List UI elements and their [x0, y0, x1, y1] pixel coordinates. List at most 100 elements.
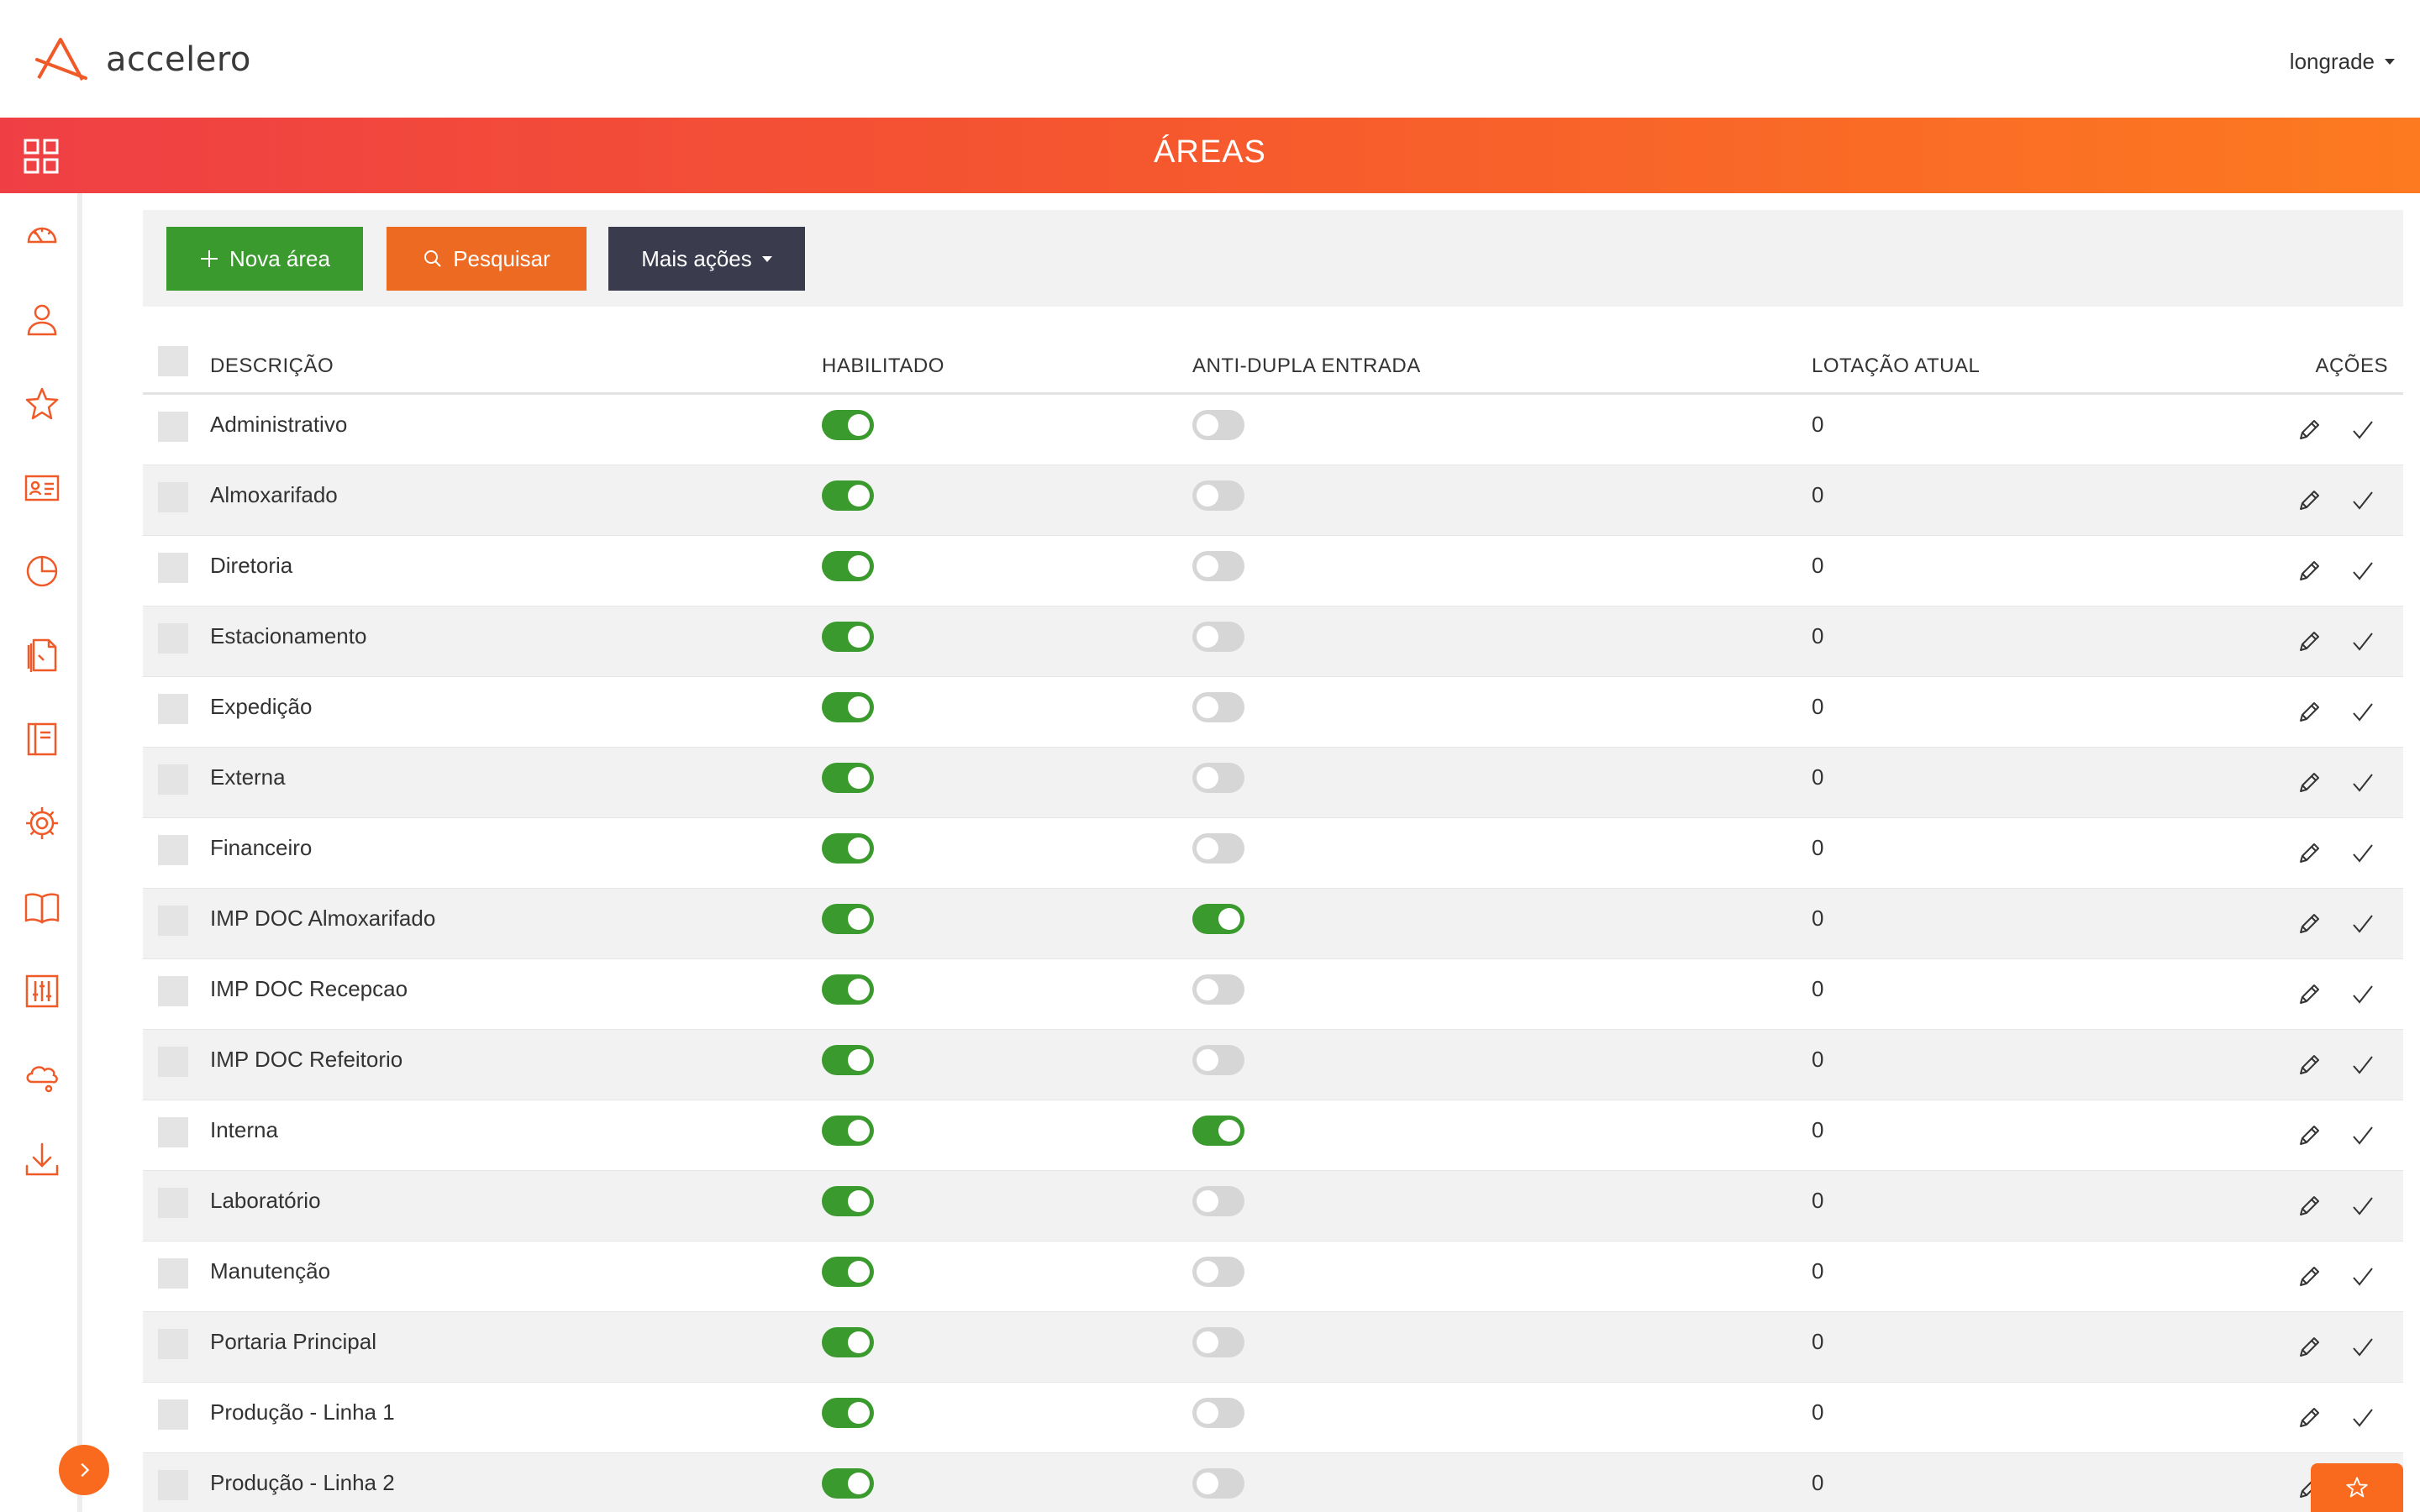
edit-icon[interactable]	[2294, 1121, 2324, 1151]
edit-icon[interactable]	[2294, 1191, 2324, 1221]
check-icon[interactable]	[2348, 1332, 2378, 1362]
cloud-icon[interactable]	[24, 1057, 60, 1094]
dashboard-icon[interactable]	[24, 217, 60, 254]
row-checkbox[interactable]	[158, 1399, 188, 1430]
user-icon[interactable]	[24, 301, 60, 338]
row-checkbox[interactable]	[158, 553, 188, 583]
anti-passback-toggle[interactable]	[1192, 1257, 1244, 1287]
edit-icon[interactable]	[2294, 909, 2324, 939]
check-icon[interactable]	[2348, 627, 2378, 657]
enabled-toggle[interactable]	[822, 1116, 874, 1146]
anti-passback-toggle[interactable]	[1192, 1327, 1244, 1357]
row-checkbox[interactable]	[158, 764, 188, 795]
user-menu[interactable]: longrade	[2290, 49, 2395, 75]
row-checkbox[interactable]	[158, 694, 188, 724]
row-checkbox[interactable]	[158, 482, 188, 512]
enabled-toggle[interactable]	[822, 622, 874, 652]
edit-icon[interactable]	[2294, 768, 2324, 798]
enabled-toggle[interactable]	[822, 904, 874, 934]
new-area-button[interactable]: Nova área	[166, 227, 363, 291]
anti-passback-toggle[interactable]	[1192, 1186, 1244, 1216]
expand-sidebar-button[interactable]	[59, 1445, 109, 1495]
book-icon[interactable]	[24, 889, 60, 926]
row-checkbox[interactable]	[158, 835, 188, 865]
check-icon[interactable]	[2348, 1403, 2378, 1433]
anti-passback-toggle[interactable]	[1192, 1398, 1244, 1428]
sliders-icon[interactable]	[24, 973, 60, 1010]
row-checkbox[interactable]	[158, 1047, 188, 1077]
row-checkbox[interactable]	[158, 976, 188, 1006]
enabled-toggle[interactable]	[822, 974, 874, 1005]
enabled-toggle[interactable]	[822, 1468, 874, 1499]
pie-chart-icon[interactable]	[24, 553, 60, 590]
check-icon[interactable]	[2348, 1121, 2378, 1151]
anti-passback-toggle[interactable]	[1192, 833, 1244, 864]
anti-passback-toggle[interactable]	[1192, 904, 1244, 934]
anti-passback-toggle[interactable]	[1192, 692, 1244, 722]
anti-passback-toggle[interactable]	[1192, 480, 1244, 511]
anti-passback-toggle[interactable]	[1192, 1468, 1244, 1499]
check-icon[interactable]	[2348, 1191, 2378, 1221]
check-icon[interactable]	[2348, 979, 2378, 1010]
logo[interactable]: accelero	[35, 34, 251, 86]
enabled-toggle[interactable]	[822, 833, 874, 864]
row-checkbox[interactable]	[158, 1188, 188, 1218]
row-checkbox[interactable]	[158, 1258, 188, 1289]
enabled-toggle[interactable]	[822, 410, 874, 440]
edit-icon[interactable]	[2294, 838, 2324, 869]
edit-icon[interactable]	[2294, 627, 2324, 657]
edit-icon[interactable]	[2294, 415, 2324, 445]
check-icon[interactable]	[2348, 1050, 2378, 1080]
anti-passback-toggle[interactable]	[1192, 763, 1244, 793]
documents-icon[interactable]	[24, 637, 60, 674]
edit-icon[interactable]	[2294, 1262, 2324, 1292]
enabled-toggle[interactable]	[822, 1045, 874, 1075]
search-button[interactable]: Pesquisar	[387, 227, 587, 291]
check-icon[interactable]	[2348, 556, 2378, 586]
select-all-checkbox[interactable]	[158, 346, 188, 376]
edit-icon[interactable]	[2294, 556, 2324, 586]
row-checkbox[interactable]	[158, 1117, 188, 1147]
enabled-toggle[interactable]	[822, 1186, 874, 1216]
notebook-icon[interactable]	[24, 721, 60, 758]
column-header-anti-passback[interactable]: ANTI-DUPLA ENTRADA	[1192, 354, 1421, 378]
anti-passback-toggle[interactable]	[1192, 974, 1244, 1005]
enabled-toggle[interactable]	[822, 1398, 874, 1428]
enabled-toggle[interactable]	[822, 480, 874, 511]
row-checkbox[interactable]	[158, 623, 188, 654]
download-icon[interactable]	[24, 1141, 60, 1178]
row-checkbox[interactable]	[158, 1470, 188, 1500]
anti-passback-toggle[interactable]	[1192, 551, 1244, 581]
row-checkbox[interactable]	[158, 1329, 188, 1359]
column-header-description[interactable]: DESCRIÇÃO	[210, 354, 334, 378]
anti-passback-toggle[interactable]	[1192, 1116, 1244, 1146]
check-icon[interactable]	[2348, 415, 2378, 445]
check-icon[interactable]	[2348, 909, 2378, 939]
enabled-toggle[interactable]	[822, 1257, 874, 1287]
row-checkbox[interactable]	[158, 906, 188, 936]
edit-icon[interactable]	[2294, 1403, 2324, 1433]
edit-icon[interactable]	[2294, 486, 2324, 516]
check-icon[interactable]	[2348, 768, 2378, 798]
id-card-icon[interactable]	[24, 469, 60, 506]
anti-passback-toggle[interactable]	[1192, 622, 1244, 652]
enabled-toggle[interactable]	[822, 551, 874, 581]
anti-passback-toggle[interactable]	[1192, 410, 1244, 440]
column-header-enabled[interactable]: HABILITADO	[822, 354, 944, 378]
check-icon[interactable]	[2348, 838, 2378, 869]
check-icon[interactable]	[2348, 486, 2378, 516]
star-icon[interactable]	[24, 385, 60, 422]
check-icon[interactable]	[2348, 697, 2378, 727]
enabled-toggle[interactable]	[822, 1327, 874, 1357]
enabled-toggle[interactable]	[822, 763, 874, 793]
enabled-toggle[interactable]	[822, 692, 874, 722]
edit-icon[interactable]	[2294, 1050, 2324, 1080]
column-header-occupancy[interactable]: LOTAÇÃO ATUAL	[1812, 354, 1980, 378]
favorite-button[interactable]	[2311, 1463, 2403, 1512]
more-actions-dropdown[interactable]: Mais ações	[608, 227, 805, 291]
edit-icon[interactable]	[2294, 1332, 2324, 1362]
edit-icon[interactable]	[2294, 697, 2324, 727]
gear-icon[interactable]	[24, 805, 60, 842]
edit-icon[interactable]	[2294, 979, 2324, 1010]
anti-passback-toggle[interactable]	[1192, 1045, 1244, 1075]
